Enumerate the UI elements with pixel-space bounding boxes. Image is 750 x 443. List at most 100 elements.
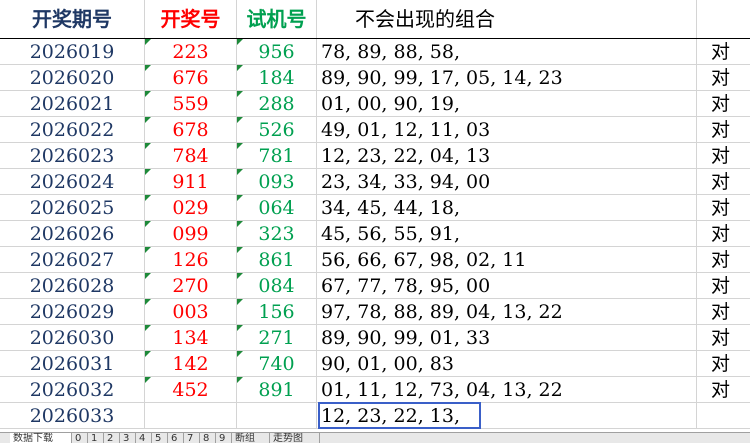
test-number-cell[interactable]: 084 xyxy=(237,273,317,299)
test-number-cell[interactable]: 323 xyxy=(237,221,317,247)
error-indicator-icon xyxy=(145,195,151,201)
draw-number-cell[interactable]: 676 xyxy=(145,65,237,91)
table-row: 2026028 270 084 67, 77, 78, 95, 00 对 xyxy=(0,273,750,299)
error-indicator-icon xyxy=(237,273,243,279)
header-period[interactable]: 开奖期号 xyxy=(0,0,145,38)
period-cell[interactable]: 2026028 xyxy=(0,273,145,299)
error-indicator-icon xyxy=(145,299,151,305)
test-number-cell[interactable]: 184 xyxy=(237,65,317,91)
combo-cell[interactable]: 67, 77, 78, 95, 00 xyxy=(317,273,697,299)
period-cell[interactable]: 2026020 xyxy=(0,65,145,91)
header-draw-number[interactable]: 开奖号 xyxy=(145,0,237,38)
header-mark[interactable] xyxy=(697,0,750,38)
header-excluded-combos[interactable]: 不会出现的组合 xyxy=(317,0,697,38)
combo-cell[interactable]: 34, 45, 44, 18, xyxy=(317,195,697,221)
table-row: 2026021 559 288 01, 00, 90, 19, 对 xyxy=(0,91,750,117)
combo-cell[interactable]: 45, 56, 55, 91, xyxy=(317,221,697,247)
draw-number-cell[interactable]: 452 xyxy=(145,377,237,403)
combo-cell[interactable]: 12, 23, 22, 04, 13 xyxy=(317,143,697,169)
error-indicator-icon xyxy=(145,169,151,175)
error-indicator-icon xyxy=(145,39,151,45)
draw-number-cell[interactable]: 126 xyxy=(145,247,237,273)
draw-number-cell[interactable]: 223 xyxy=(145,39,237,65)
draw-number-cell[interactable]: 003 xyxy=(145,299,237,325)
mark-cell[interactable]: 对 xyxy=(697,143,750,169)
error-indicator-icon xyxy=(145,65,151,71)
period-cell[interactable]: 2026031 xyxy=(0,351,145,377)
draw-number-cell[interactable]: 029 xyxy=(145,195,237,221)
test-number-cell[interactable]: 781 xyxy=(237,143,317,169)
test-number-cell[interactable]: 956 xyxy=(237,39,317,65)
header-test-number[interactable]: 试机号 xyxy=(237,0,317,38)
mark-cell[interactable]: 对 xyxy=(697,273,750,299)
mark-cell[interactable]: 对 xyxy=(697,65,750,91)
draw-number-cell[interactable]: 134 xyxy=(145,325,237,351)
combo-cell[interactable]: 01, 11, 12, 73, 04, 13, 22 xyxy=(317,377,697,403)
mark-cell[interactable]: 对 xyxy=(697,91,750,117)
period-cell[interactable]: 2026025 xyxy=(0,195,145,221)
draw-number-cell[interactable]: 559 xyxy=(145,91,237,117)
error-indicator-icon xyxy=(237,91,243,97)
period-cell[interactable]: 2026023 xyxy=(0,143,145,169)
mark-cell[interactable]: 对 xyxy=(697,169,750,195)
period-cell[interactable]: 2026030 xyxy=(0,325,145,351)
period-cell[interactable]: 2026029 xyxy=(0,299,145,325)
test-number-cell[interactable]: 271 xyxy=(237,325,317,351)
draw-number-cell[interactable] xyxy=(145,403,237,429)
table-row: 2026032 452 891 01, 11, 12, 73, 04, 13, 22 对 xyxy=(0,377,750,403)
period-cell[interactable]: 2026032 xyxy=(0,377,145,403)
mark-cell[interactable]: 对 xyxy=(697,39,750,65)
combo-cell[interactable]: 49, 01, 12, 11, 03 xyxy=(317,117,697,143)
period-cell[interactable]: 2026021 xyxy=(0,91,145,117)
draw-number-cell[interactable]: 678 xyxy=(145,117,237,143)
mark-cell[interactable]: 对 xyxy=(697,299,750,325)
test-number-cell[interactable]: 288 xyxy=(237,91,317,117)
error-indicator-icon xyxy=(237,247,243,253)
mark-cell[interactable]: 对 xyxy=(697,351,750,377)
period-cell[interactable]: 2026019 xyxy=(0,39,145,65)
test-number-cell[interactable]: 891 xyxy=(237,377,317,403)
error-indicator-icon xyxy=(145,273,151,279)
mark-cell[interactable]: 对 xyxy=(697,195,750,221)
mark-cell[interactable] xyxy=(697,403,750,429)
test-number-cell[interactable]: 156 xyxy=(237,299,317,325)
combo-cell[interactable]: 78, 89, 88, 58, xyxy=(317,39,697,65)
test-number-cell[interactable]: 093 xyxy=(237,169,317,195)
test-number-cell[interactable]: 526 xyxy=(237,117,317,143)
combo-cell[interactable]: 01, 00, 90, 19, xyxy=(317,91,697,117)
mark-cell[interactable]: 对 xyxy=(697,325,750,351)
draw-number-cell[interactable]: 099 xyxy=(145,221,237,247)
test-number-cell[interactable]: 740 xyxy=(237,351,317,377)
table-row: 2026019 223 956 78, 89, 88, 58, 对 xyxy=(0,39,750,65)
selected-cell-highlight xyxy=(318,402,481,429)
mark-cell[interactable]: 对 xyxy=(697,247,750,273)
error-indicator-icon xyxy=(145,143,151,149)
error-indicator-icon xyxy=(237,377,243,383)
draw-number-cell[interactable]: 270 xyxy=(145,273,237,299)
period-cell[interactable]: 2026022 xyxy=(0,117,145,143)
draw-number-cell[interactable]: 911 xyxy=(145,169,237,195)
test-number-cell[interactable]: 064 xyxy=(237,195,317,221)
error-indicator-icon xyxy=(237,143,243,149)
table-row: 2026020 676 184 89, 90, 99, 17, 05, 14, 23 对 xyxy=(0,65,750,91)
period-cell[interactable]: 2026027 xyxy=(0,247,145,273)
test-number-cell[interactable] xyxy=(237,403,317,429)
period-cell[interactable]: 2026024 xyxy=(0,169,145,195)
draw-number-cell[interactable]: 784 xyxy=(145,143,237,169)
combo-cell[interactable]: 90, 01, 00, 83 xyxy=(317,351,697,377)
combo-cell[interactable]: 89, 90, 99, 01, 33 xyxy=(317,325,697,351)
combo-cell[interactable]: 56, 66, 67, 98, 02, 11 xyxy=(317,247,697,273)
mark-cell[interactable]: 对 xyxy=(697,377,750,403)
test-number-cell[interactable]: 861 xyxy=(237,247,317,273)
combo-cell[interactable]: 23, 34, 33, 94, 00 xyxy=(317,169,697,195)
combo-cell[interactable]: 89, 90, 99, 17, 05, 14, 23 xyxy=(317,65,697,91)
mark-cell[interactable]: 对 xyxy=(697,221,750,247)
mark-cell[interactable]: 对 xyxy=(697,117,750,143)
period-cell[interactable]: 2026026 xyxy=(0,221,145,247)
error-indicator-icon xyxy=(145,221,151,227)
draw-number-cell[interactable]: 142 xyxy=(145,351,237,377)
period-cell[interactable]: 2026033 xyxy=(0,403,145,429)
combo-cell[interactable]: 97, 78, 88, 89, 04, 13, 22 xyxy=(317,299,697,325)
header-row: 开奖期号 开奖号 试机号 不会出现的组合 xyxy=(0,0,750,39)
table-row: 2026023 784 781 12, 23, 22, 04, 13 对 xyxy=(0,143,750,169)
